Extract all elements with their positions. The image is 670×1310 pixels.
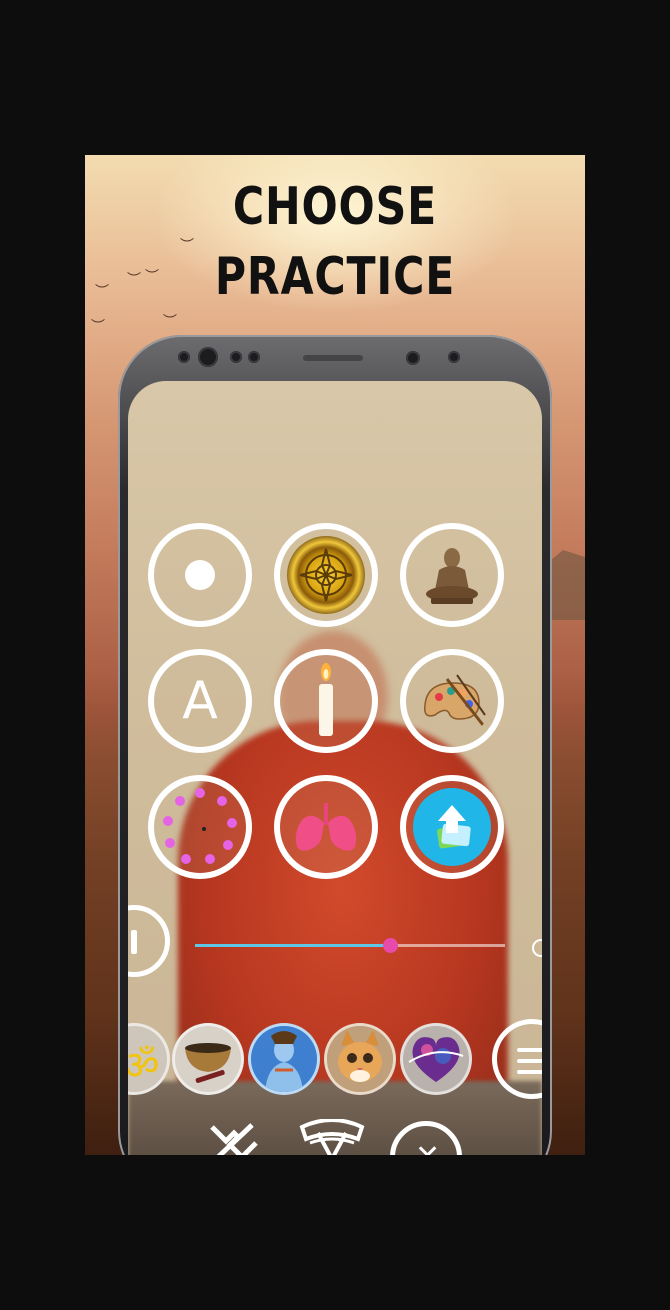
speaker-grille: [303, 355, 363, 361]
front-camera-icon: [198, 347, 218, 367]
bird-icon: ︶: [163, 314, 177, 330]
seek-bar-progress: [195, 944, 391, 947]
sensor-icon: [406, 351, 420, 365]
practice-lungs-button[interactable]: [274, 775, 378, 879]
chakra-icon[interactable]: [296, 1119, 368, 1155]
buddha-statue-icon: [413, 536, 491, 614]
pause-icon: [131, 930, 137, 954]
singing-bowl-icon: [185, 1043, 231, 1083]
upload-image-icon: [413, 788, 491, 866]
practice-candle-button[interactable]: [274, 649, 378, 753]
headline-line-2: PRACTICE: [214, 247, 456, 307]
practice-dot-button[interactable]: [148, 523, 252, 627]
menu-icon: [517, 1048, 542, 1074]
candle-icon: [287, 662, 365, 740]
paint-palette-icon: [413, 662, 491, 740]
sound-cosmic-heart-button[interactable]: [400, 1023, 472, 1095]
practice-mandala-button[interactable]: [274, 523, 378, 627]
seek-bar[interactable]: [195, 938, 505, 953]
practice-breath-clock-button[interactable]: [148, 775, 252, 879]
close-icon: ✕: [415, 1142, 440, 1156]
phone-frame: A: [118, 335, 552, 1155]
app-screen: A: [128, 381, 542, 1155]
practice-palette-button[interactable]: [400, 649, 504, 753]
practice-buddha-button[interactable]: [400, 523, 504, 627]
mute-icon[interactable]: [206, 1123, 260, 1155]
sensor-icon: [178, 351, 190, 363]
practice-letter-button[interactable]: A: [148, 649, 252, 753]
kitten-icon: [327, 1026, 393, 1092]
sensor-icon: [448, 351, 460, 363]
volume-handle[interactable]: [532, 939, 542, 957]
promo-card: ︶ ︶ ︶ ︶ ︶ ︶ CHOOSE PRACTICE A: [85, 155, 585, 1155]
letter-a-icon: A: [182, 671, 218, 731]
headline-line-1: CHOOSE: [232, 177, 438, 237]
sound-kitten-button[interactable]: [324, 1023, 396, 1095]
sound-singing-bowl-button[interactable]: [172, 1023, 244, 1095]
breath-dots-icon: [163, 788, 237, 864]
mandala-icon: [287, 536, 365, 614]
pause-button[interactable]: [128, 905, 170, 977]
dot-icon: [185, 560, 215, 590]
shiva-icon: [251, 1026, 317, 1092]
om-icon: ॐ: [128, 1036, 159, 1091]
bird-icon: ︶: [91, 319, 105, 335]
cosmic-heart-icon: [408, 1037, 464, 1082]
sound-shiva-button[interactable]: [248, 1023, 320, 1095]
practice-upload-image-button[interactable]: [400, 775, 504, 879]
sensor-icon: [248, 351, 260, 363]
lungs-icon: [295, 803, 357, 851]
sensor-icon: [230, 351, 242, 363]
bird-icon: ︶: [95, 284, 109, 300]
